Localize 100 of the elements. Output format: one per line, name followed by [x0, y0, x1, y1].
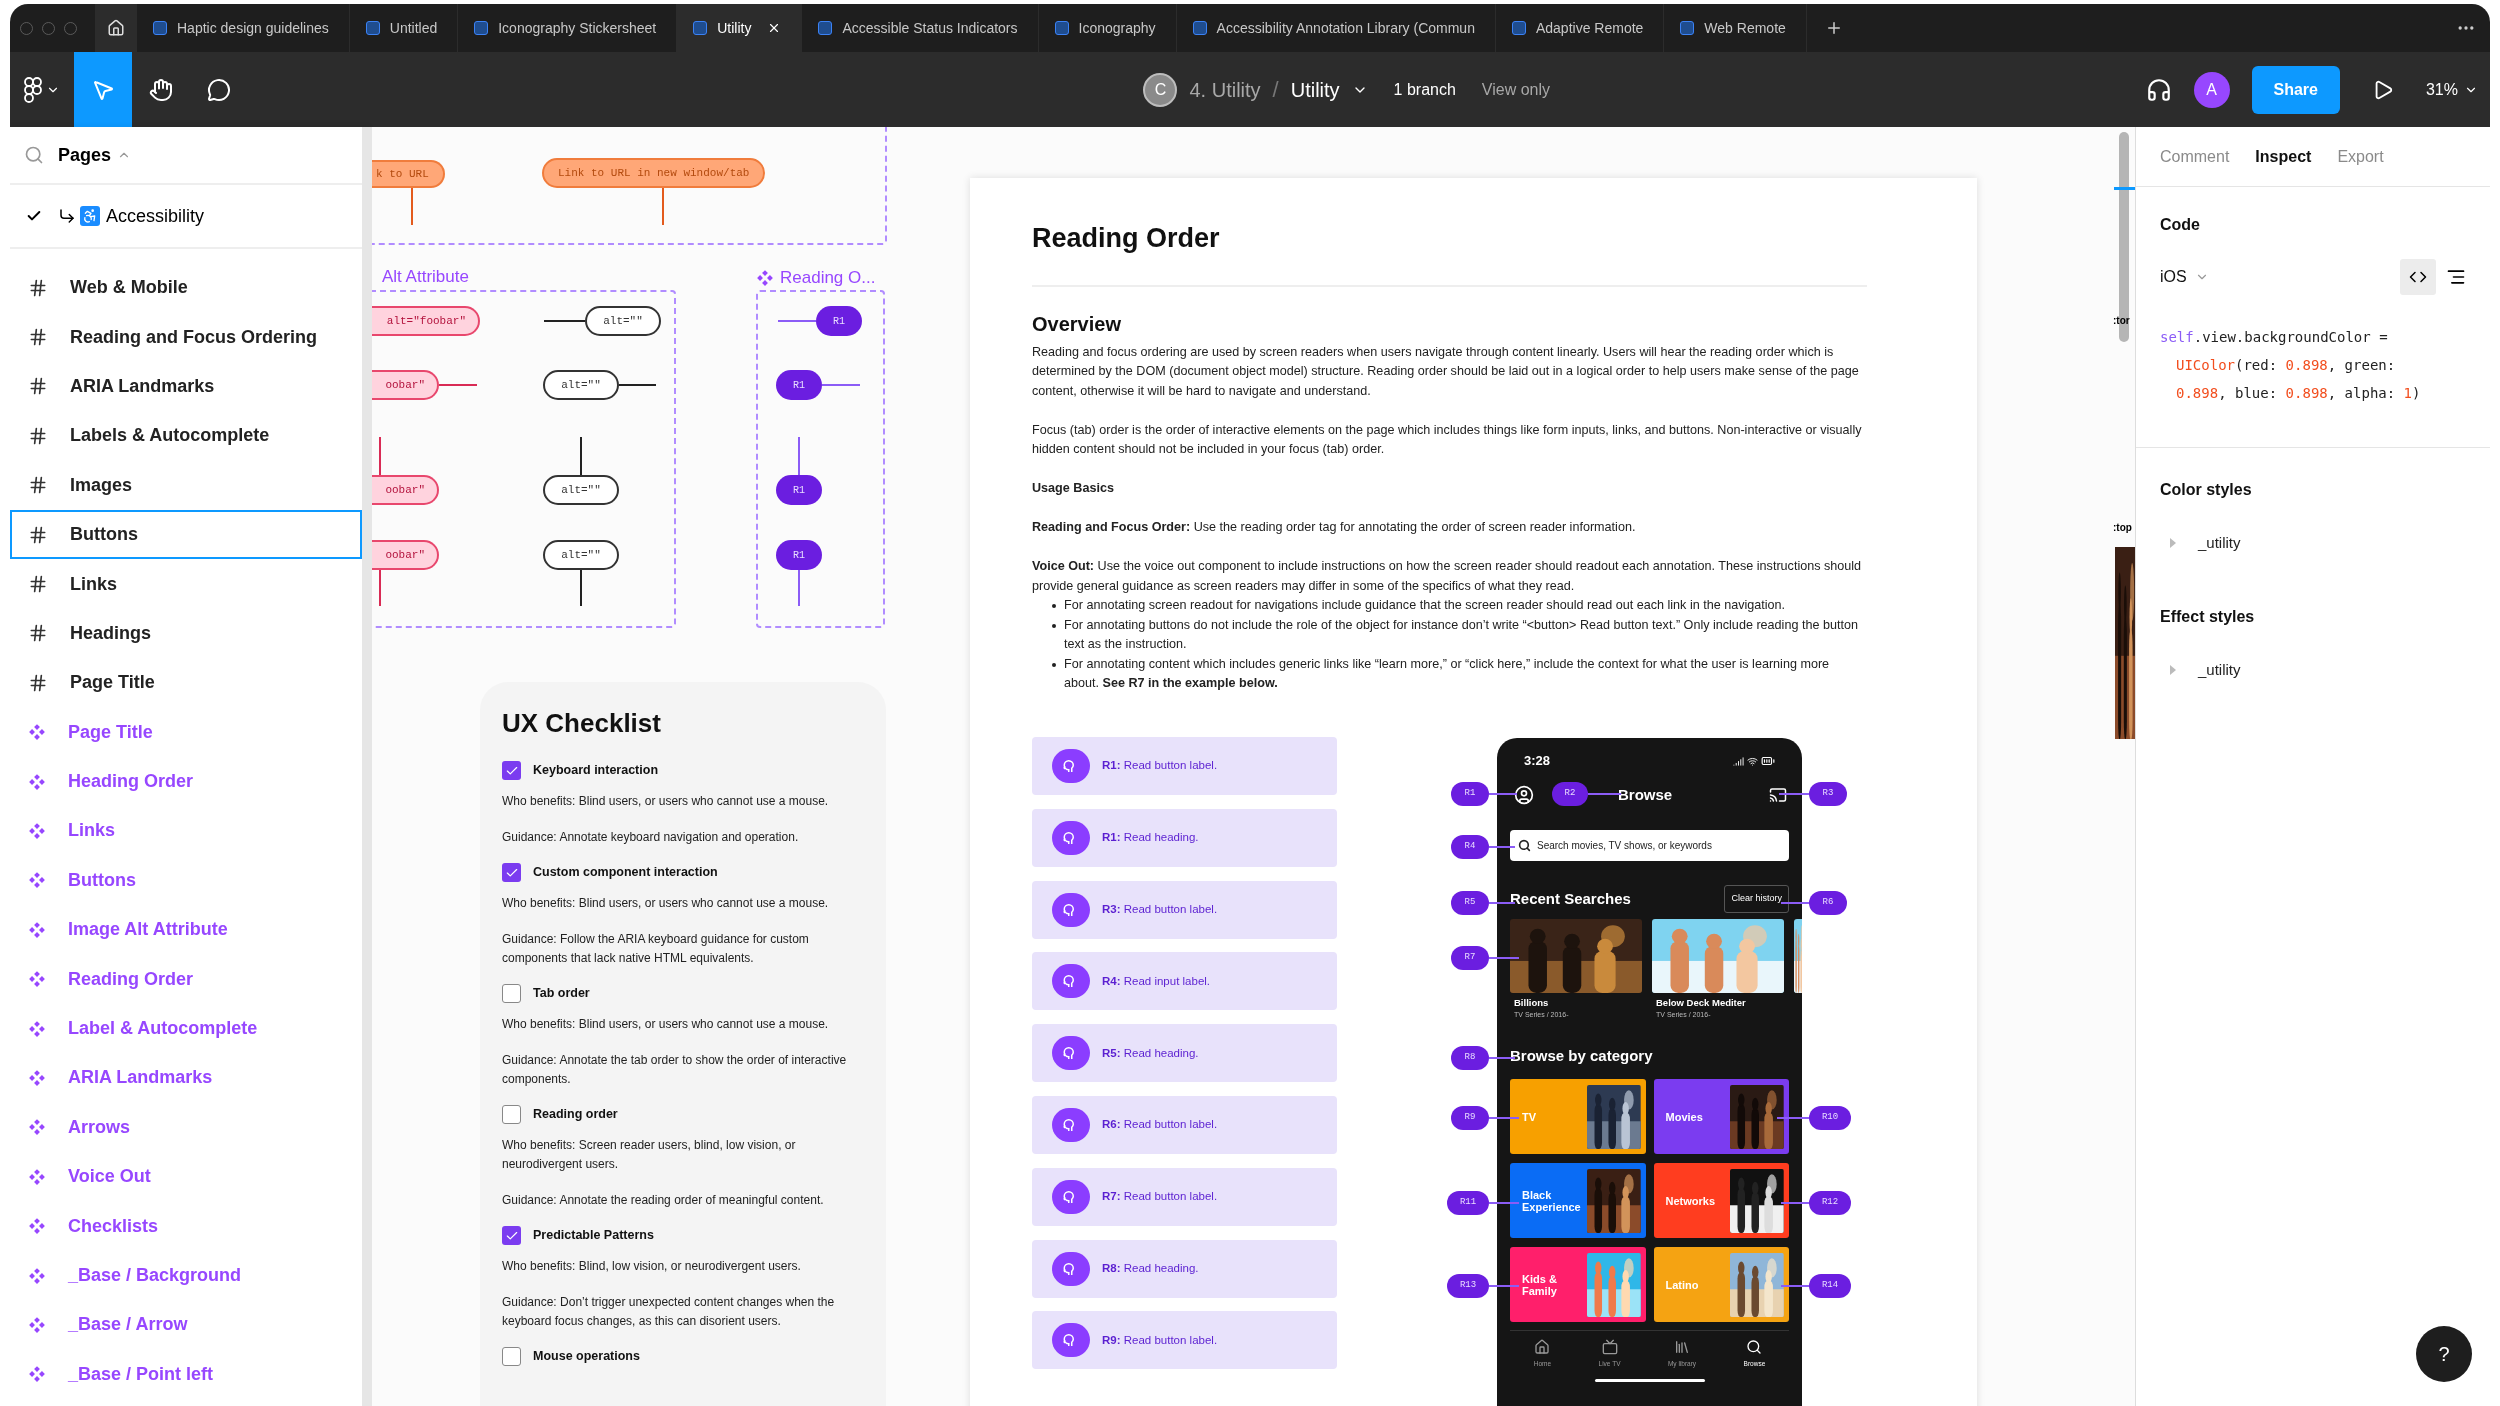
checklist-text: Who benefits: Blind users, or users who cannot use a mouse. [502, 895, 830, 912]
checkbox[interactable] [502, 1105, 521, 1124]
leader-line [662, 188, 664, 225]
layer-item[interactable]: Page Title [10, 658, 362, 708]
layer-item[interactable]: _Base / Point left [10, 1349, 362, 1399]
checkbox[interactable] [502, 1226, 521, 1245]
alt-text-tag: oobar" [372, 370, 439, 400]
leader-line [1489, 846, 1515, 848]
help-button[interactable]: ? [2416, 1326, 2472, 1382]
component-icon [28, 723, 46, 742]
component-icon [28, 1315, 46, 1334]
paragraph: Reading and focus ordering are used by screen readers when users navigate through content linearly. Users will hear the reading order which is determined by the DOM (document object model) structure. Reading order should be laid out in a logical order to help users make sense of the page content, otherwise it will be hard to navigate and understand. [1032, 343, 1860, 400]
checkbox[interactable] [502, 984, 521, 1003]
checkbox[interactable] [502, 1347, 521, 1366]
voice-icon [1052, 1251, 1090, 1286]
layer-item[interactable]: ARIA Landmarks [10, 361, 362, 412]
panel-tab[interactable]: Export [2337, 144, 2384, 169]
cast-icon[interactable] [1769, 786, 1787, 804]
component-icon [756, 268, 774, 287]
checklist-text: Guidance: Don’t trigger unexpected content changes when the keyboard focus changes, as this can disorient users. [502, 1294, 836, 1330]
checkbox[interactable] [502, 863, 521, 882]
style-item[interactable]: _utility [2160, 532, 2466, 555]
checklist-label: Custom component interaction [533, 864, 718, 882]
empty-alt-tag: alt="" [543, 475, 619, 505]
code-line: UIColor(red: 0.898, green: [2175, 356, 2397, 375]
pages-title[interactable]: Pages [58, 141, 112, 169]
leader-line [1489, 957, 1519, 959]
reading-order-tag: R13 [1447, 1274, 1489, 1298]
link-tag: k to URL [372, 160, 445, 188]
layer-item[interactable]: Heading Order [10, 756, 362, 807]
category-tile[interactable]: Black Experience [1510, 1163, 1646, 1239]
accessibility-icon [80, 206, 100, 226]
layer-item[interactable]: Links [10, 806, 362, 856]
page-item[interactable]: Accessibility [10, 185, 362, 249]
headphones-icon[interactable] [2145, 76, 2172, 103]
list-view-icon[interactable] [2446, 267, 2466, 287]
logo-icon [24, 76, 42, 103]
style-item[interactable]: _utility [2160, 658, 2466, 681]
component-icon [28, 1217, 46, 1236]
layer-item[interactable]: Labels & Autocomplete [10, 411, 362, 461]
category-tile[interactable]: Movies [1653, 1079, 1789, 1155]
branch-count[interactable]: 1 branch [1393, 77, 1456, 102]
layer-item[interactable]: ARIA Landmarks [10, 1053, 362, 1103]
search-icon[interactable] [24, 145, 44, 165]
voice-out-text: R5: Read heading. [1102, 1045, 1199, 1061]
reading-order-tag: R1 [776, 475, 822, 505]
leader-line [1489, 793, 1517, 795]
reading-order-tag: R12 [1809, 1191, 1851, 1215]
search-field[interactable]: Search movies, TV shows, or keywords [1510, 830, 1789, 861]
project-name[interactable]: 4. Utility [1189, 74, 1261, 105]
voice-icon [1052, 964, 1090, 999]
bullet-icon [1052, 662, 1056, 667]
file-icon [153, 21, 167, 35]
clear-history-button[interactable]: Clear history [1724, 885, 1789, 913]
layer-item[interactable]: Buttons [10, 509, 362, 560]
layer-item[interactable]: _Base / Background [10, 1250, 362, 1301]
battery-icon [1761, 754, 1775, 768]
file-name[interactable]: Utility [1290, 74, 1340, 105]
layer-item[interactable]: Images [10, 460, 362, 510]
layer-item[interactable]: Headings [10, 608, 362, 659]
layer-item[interactable]: Web & Mobile [10, 263, 362, 313]
profile-icon[interactable] [1514, 785, 1534, 805]
layer-item[interactable]: Reading and Focus Ordering [10, 312, 362, 362]
layer-item[interactable]: _Base / Arrow [10, 1300, 362, 1350]
layer-item[interactable]: Arrows [10, 1102, 362, 1153]
frame-icon [28, 327, 48, 348]
alt-text-tag: oobar" [372, 540, 439, 570]
leader-line [411, 188, 413, 225]
layer-item[interactable]: Voice Out [10, 1152, 362, 1202]
checkbox[interactable] [502, 761, 521, 780]
layer-item[interactable]: Label & Autocomplete [10, 1003, 362, 1054]
checklist-label: Predictable Patterns [533, 1227, 654, 1245]
show-title: Below Deck Mediter [1656, 996, 1747, 1010]
sub-arrow-icon [58, 207, 76, 225]
file-icon [1054, 21, 1069, 35]
layer-item[interactable]: Image Alt Attribute [10, 905, 362, 955]
platform-dropdown[interactable]: iOS [2160, 265, 2209, 289]
layer-item[interactable]: Reading Order [10, 954, 362, 1004]
category-tile[interactable]: Networks [1653, 1163, 1789, 1239]
voice-icon [1052, 1323, 1090, 1358]
user-avatar[interactable]: A [2193, 71, 2230, 108]
file-icon [818, 21, 833, 35]
checklist-label: Reading order [533, 1106, 618, 1124]
reading-order-tag: R4 [1451, 835, 1489, 859]
layer-item[interactable]: Page Title [10, 707, 362, 757]
voice-icon [1052, 749, 1090, 783]
category-tile[interactable]: Kids & Family [1510, 1247, 1646, 1323]
code-view-button[interactable] [2400, 259, 2436, 295]
bullet-text: For annotating screen readout for navigations include guidance that the screen reader should read out each link in the navigation. [1064, 597, 1786, 614]
frame-icon [28, 425, 48, 446]
panel-tab[interactable]: Comment [2160, 144, 2230, 169]
zoom-menu[interactable]: 31% [2425, 77, 2478, 102]
layer-item[interactable]: Links [10, 559, 362, 609]
home-tab[interactable] [95, 4, 137, 52]
file-tab[interactable]: Utility [677, 4, 803, 52]
layer-item[interactable]: Checklists [10, 1201, 362, 1251]
section-heading: Browse by category [1510, 1045, 1654, 1066]
layer-item[interactable]: Buttons [10, 855, 362, 906]
component-icon [28, 1068, 46, 1087]
panel-tab[interactable]: Inspect [2255, 144, 2312, 169]
